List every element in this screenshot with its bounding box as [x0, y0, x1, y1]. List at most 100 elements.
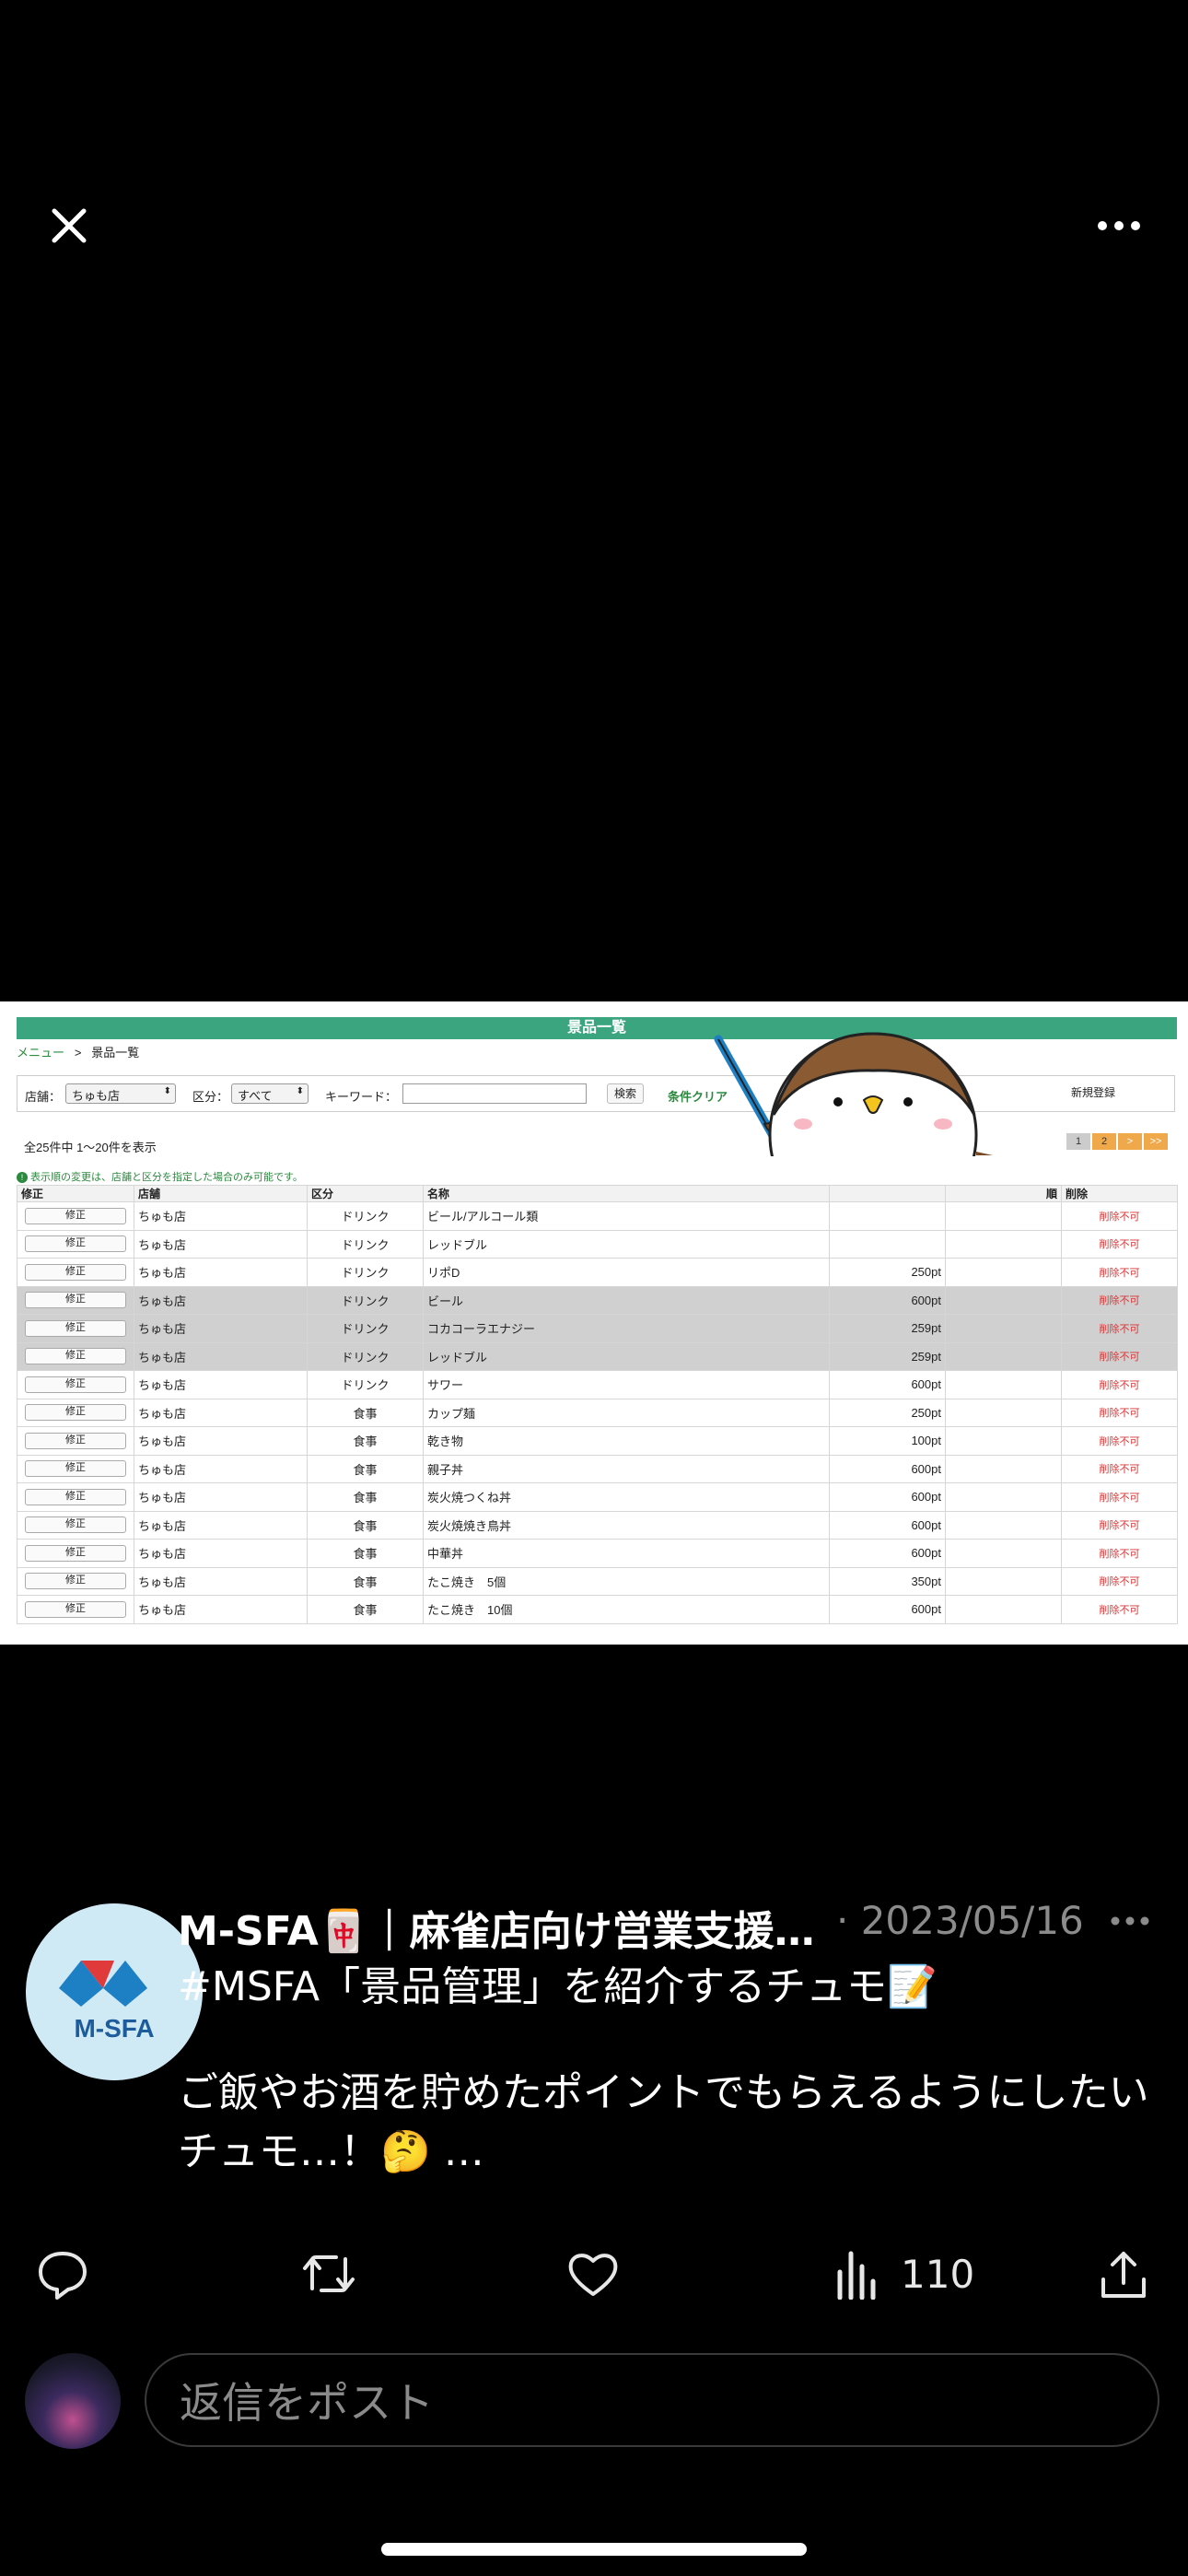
- page-1: 1: [1066, 1133, 1090, 1150]
- delete-cell: 削除不可: [1061, 1510, 1178, 1540]
- edit-button: 修正: [25, 1516, 126, 1534]
- store-cell: ちゅも店: [134, 1566, 308, 1596]
- category-select: すべて ⬍: [231, 1083, 309, 1104]
- store-cell: ちゅも店: [134, 1426, 308, 1456]
- select-arrow-icon: ⬍: [296, 1086, 304, 1096]
- like-icon[interactable]: [565, 2244, 621, 2303]
- order-cell: [945, 1595, 1062, 1624]
- delete-cell: 削除不可: [1061, 1341, 1178, 1371]
- category-cell: 食事: [307, 1454, 424, 1483]
- table-row: 修正 ちゅも店 食事 乾き物 100pt 削除不可: [17, 1426, 1178, 1456]
- category-cell: 食事: [307, 1482, 424, 1512]
- points-cell: 600pt: [829, 1482, 946, 1512]
- table-row: 修正 ちゅも店 ドリンク レッドブル 削除不可: [17, 1229, 1178, 1259]
- reply-input[interactable]: 返信をポスト: [145, 2353, 1159, 2447]
- sort-note: ! 表示順の変更は、店舗と区分を指定した場合のみ可能です。: [17, 1169, 303, 1184]
- name-cell: レッドブル: [423, 1341, 830, 1371]
- author-name[interactable]: M-SFA🀄️｜麻雀店向け営業支援…: [178, 1898, 841, 1957]
- category-cell: ドリンク: [307, 1229, 424, 1259]
- views-button[interactable]: 110: [834, 2244, 974, 2303]
- points-cell: 600pt: [829, 1510, 946, 1540]
- edit-cell: 修正: [17, 1201, 134, 1231]
- post-more-icon[interactable]: [1110, 1913, 1150, 1930]
- delete-cell: 削除不可: [1061, 1201, 1178, 1231]
- result-count: 全25件中 1〜20件を表示: [24, 1141, 157, 1154]
- category-cell: 食事: [307, 1426, 424, 1456]
- points-cell: [829, 1201, 946, 1231]
- breadcrumb: メニュー > 景品一覧: [17, 1043, 139, 1060]
- repost-icon[interactable]: [299, 2244, 358, 2303]
- order-cell: [945, 1398, 1062, 1427]
- category-cell: ドリンク: [307, 1341, 424, 1371]
- col-name: 名称: [423, 1185, 830, 1202]
- order-cell: [945, 1482, 1062, 1512]
- edit-cell: 修正: [17, 1595, 134, 1624]
- edit-cell: 修正: [17, 1482, 134, 1512]
- name-cell: 炭火焼焼き鳥丼: [423, 1510, 830, 1540]
- breadcrumb-menu-link: メニュー: [17, 1046, 65, 1060]
- category-cell: 食事: [307, 1398, 424, 1427]
- name-cell: 炭火焼つくね丼: [423, 1482, 830, 1512]
- table-row: 修正 ちゅも店 ドリンク コカコーラエナジー 259pt 削除不可: [17, 1314, 1178, 1343]
- share-icon[interactable]: [1098, 2244, 1149, 2303]
- name-cell: カップ麺: [423, 1398, 830, 1427]
- delete-cell: 削除不可: [1061, 1229, 1178, 1259]
- delete-cell: 削除不可: [1061, 1595, 1178, 1624]
- table-row: 修正 ちゅも店 食事 炭火焼つくね丼 600pt 削除不可: [17, 1482, 1178, 1512]
- edit-button: 修正: [25, 1488, 126, 1505]
- store-cell: ちゅも店: [134, 1285, 308, 1315]
- store-cell: ちゅも店: [134, 1258, 308, 1287]
- col-edit: 修正: [17, 1185, 134, 1202]
- page-2: 2: [1092, 1133, 1116, 1150]
- keyword-input: [402, 1083, 587, 1104]
- name-cell: レッドブル: [423, 1229, 830, 1259]
- author-avatar[interactable]: M-SFA: [26, 1903, 203, 2080]
- name-cell: 乾き物: [423, 1426, 830, 1456]
- views-icon: [837, 2251, 876, 2300]
- delete-cell: 削除不可: [1061, 1370, 1178, 1399]
- col-points: [829, 1185, 946, 1202]
- points-cell: 259pt: [829, 1341, 946, 1371]
- points-cell: [829, 1229, 946, 1259]
- edit-cell: 修正: [17, 1285, 134, 1315]
- edit-cell: 修正: [17, 1398, 134, 1427]
- store-select: ちゅも店 ⬍: [65, 1083, 176, 1104]
- keyword-label: キーワード：: [325, 1090, 398, 1104]
- table-row: 修正 ちゅも店 食事 たこ焼き 5個 350pt 削除不可: [17, 1566, 1178, 1596]
- delete-cell: 削除不可: [1061, 1314, 1178, 1343]
- points-cell: 600pt: [829, 1285, 946, 1315]
- edit-cell: 修正: [17, 1566, 134, 1596]
- name-cell: サワー: [423, 1370, 830, 1399]
- post-media-image[interactable]: 景品一覧 メニュー > 景品一覧 店舗： ちゅも店 ⬍ 区分： すべて ⬍ キー…: [0, 1001, 1188, 1645]
- store-cell: ちゅも店: [134, 1510, 308, 1540]
- edit-cell: 修正: [17, 1341, 134, 1371]
- store-cell: ちゅも店: [134, 1482, 308, 1512]
- order-cell: [945, 1426, 1062, 1456]
- store-cell: ちゅも店: [134, 1539, 308, 1568]
- edit-cell: 修正: [17, 1229, 134, 1259]
- edit-button: 修正: [25, 1348, 126, 1365]
- name-cell: たこ焼き 5個: [423, 1566, 830, 1596]
- order-cell: [945, 1229, 1062, 1259]
- points-cell: 600pt: [829, 1539, 946, 1568]
- order-cell: [945, 1454, 1062, 1483]
- table-row: 修正 ちゅも店 ドリンク レッドブル 259pt 削除不可: [17, 1341, 1178, 1371]
- table-row: 修正 ちゅも店 食事 たこ焼き 10個 600pt 削除不可: [17, 1595, 1178, 1624]
- close-icon[interactable]: [37, 193, 101, 258]
- more-options-icon[interactable]: [1087, 193, 1151, 258]
- page-last: >>: [1144, 1133, 1168, 1150]
- name-cell: 中華丼: [423, 1539, 830, 1568]
- delete-cell: 削除不可: [1061, 1398, 1178, 1427]
- category-cell: ドリンク: [307, 1201, 424, 1231]
- category-cell: ドリンク: [307, 1314, 424, 1343]
- order-cell: [945, 1539, 1062, 1568]
- category-cell: ドリンク: [307, 1285, 424, 1315]
- reply-icon[interactable]: [35, 2244, 90, 2303]
- app-title-bar: 景品一覧: [17, 1017, 1177, 1039]
- prize-table: 修正 店舗 区分 名称 順 削除 修正 ちゅも店 ドリンク ビール/アルコール類 削除不…: [17, 1185, 1178, 1624]
- order-cell: [945, 1341, 1062, 1371]
- order-cell: [945, 1314, 1062, 1343]
- select-arrow-icon: ⬍: [163, 1086, 171, 1096]
- col-delete: 削除: [1061, 1185, 1178, 1202]
- edit-cell: 修正: [17, 1539, 134, 1568]
